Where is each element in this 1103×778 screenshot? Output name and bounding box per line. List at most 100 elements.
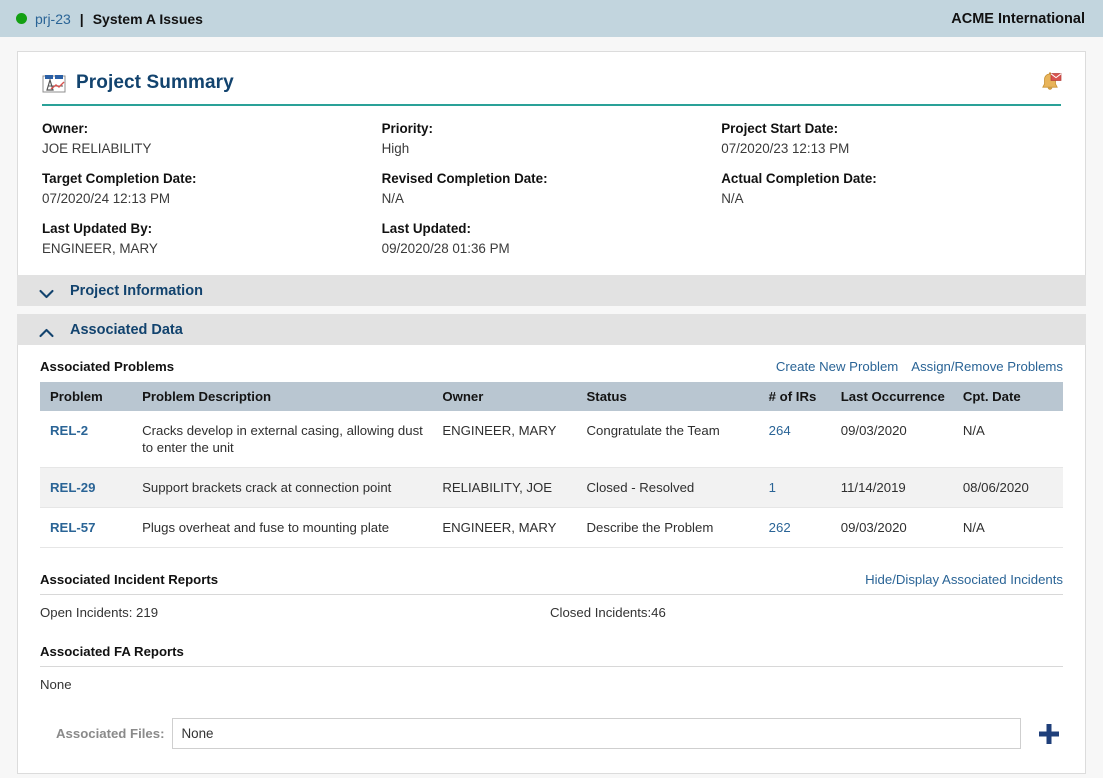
column-header-owner[interactable]: Owner: [432, 382, 576, 411]
plus-icon[interactable]: [1035, 720, 1063, 748]
organization-name: ACME International: [951, 11, 1085, 27]
breadcrumb: prj-23 | System A Issues: [16, 11, 203, 27]
hide-display-associated-incidents-link[interactable]: Hide/Display Associated Incidents: [865, 572, 1063, 587]
project-start-label: Project Start Date:: [721, 120, 1045, 138]
table-header-row: Problem Problem Description Owner Status…: [40, 382, 1063, 411]
associated-files-input[interactable]: [172, 718, 1021, 749]
associated-fa-reports-title: Associated FA Reports: [40, 644, 184, 659]
last-updated-by-value: ENGINEER, MARY: [42, 239, 366, 258]
associated-problems-table: Problem Problem Description Owner Status…: [40, 382, 1063, 548]
accordion-group: Project Information Associated Data Asso…: [17, 275, 1086, 774]
last-updated-by-label: Last Updated By:: [42, 220, 366, 238]
irs-count-link[interactable]: 1: [769, 480, 776, 495]
chevron-down-icon: [39, 286, 54, 296]
column-header-status[interactable]: Status: [577, 382, 759, 411]
project-summary-card: Project Summary Owner: JOE RELIABILITY T…: [17, 51, 1086, 281]
breadcrumb-separator: |: [80, 11, 84, 27]
closed-incidents-count: Closed Incidents:46: [550, 605, 666, 620]
actual-completion-value: N/A: [721, 189, 1045, 208]
problem-link[interactable]: REL-2: [50, 423, 88, 438]
problem-link[interactable]: REL-29: [50, 480, 95, 495]
cell-last-occurrence: 09/03/2020: [831, 411, 953, 468]
associated-incident-reports-section: Associated Incident Reports Hide/Display…: [40, 572, 1063, 620]
chart-icon: [42, 73, 66, 94]
last-updated-label: Last Updated:: [382, 220, 706, 238]
cell-cpt-date: N/A: [953, 508, 1063, 548]
column-header-number-of-irs[interactable]: # of IRs: [759, 382, 831, 411]
column-header-last-occurrence[interactable]: Last Occurrence: [831, 382, 953, 411]
accordion-associated-data[interactable]: Associated Data: [17, 314, 1086, 345]
app-top-bar: prj-23 | System A Issues ACME Internatio…: [0, 0, 1103, 37]
cell-owner: RELIABILITY, JOE: [432, 468, 576, 508]
cell-irs: 262: [759, 508, 831, 548]
cell-description: Support brackets crack at connection poi…: [132, 468, 432, 508]
assign-remove-problems-link[interactable]: Assign/Remove Problems: [911, 359, 1063, 374]
last-updated-value: 09/2020/28 01:36 PM: [382, 239, 706, 258]
accordion-project-information[interactable]: Project Information: [17, 275, 1086, 306]
cell-last-occurrence: 11/14/2019: [831, 468, 953, 508]
accordion-project-information-label: Project Information: [70, 283, 203, 299]
cell-cpt-date: N/A: [953, 411, 1063, 468]
summary-column-3: Project Start Date: 07/2020/23 12:13 PM …: [721, 120, 1061, 258]
target-completion-label: Target Completion Date:: [42, 170, 366, 188]
owner-label: Owner:: [42, 120, 366, 138]
cell-irs: 264: [759, 411, 831, 468]
project-summary-header: Project Summary: [18, 52, 1085, 104]
project-id-link[interactable]: prj-23: [35, 11, 71, 27]
cell-last-occurrence: 09/03/2020: [831, 508, 953, 548]
associated-problems-title: Associated Problems: [40, 359, 174, 374]
associated-incident-reports-header: Associated Incident Reports Hide/Display…: [40, 572, 1063, 591]
cell-status: Congratulate the Team: [577, 411, 759, 468]
cell-problem: REL-2: [40, 411, 132, 468]
irs-count-link[interactable]: 262: [769, 520, 791, 535]
chevron-up-icon: [39, 325, 54, 335]
page-title: Project Summary: [76, 72, 1027, 94]
associated-fa-reports-section: Associated FA Reports None: [40, 644, 1063, 692]
owner-value: JOE RELIABILITY: [42, 139, 366, 158]
irs-count-link[interactable]: 264: [769, 423, 791, 438]
cell-irs: 1: [759, 468, 831, 508]
actual-completion-label: Actual Completion Date:: [721, 170, 1045, 188]
summary-fields: Owner: JOE RELIABILITY Target Completion…: [18, 106, 1085, 280]
table-row: REL-57 Plugs overheat and fuse to mounti…: [40, 508, 1063, 548]
bell-with-mail-icon[interactable]: [1037, 70, 1063, 96]
cell-problem: REL-29: [40, 468, 132, 508]
summary-column-1: Owner: JOE RELIABILITY Target Completion…: [42, 120, 382, 258]
target-completion-value: 07/2020/24 12:13 PM: [42, 189, 366, 208]
problem-link[interactable]: REL-57: [50, 520, 95, 535]
cell-problem: REL-57: [40, 508, 132, 548]
column-header-cpt-date[interactable]: Cpt. Date: [953, 382, 1063, 411]
priority-value: High: [382, 139, 706, 158]
cell-owner: ENGINEER, MARY: [432, 508, 576, 548]
table-body: REL-2 Cracks develop in external casing,…: [40, 411, 1063, 548]
revised-completion-value: N/A: [382, 189, 706, 208]
cell-owner: ENGINEER, MARY: [432, 411, 576, 468]
create-new-problem-link[interactable]: Create New Problem: [776, 359, 898, 374]
cell-status: Closed - Resolved: [577, 468, 759, 508]
table-row: REL-29 Support brackets crack at connect…: [40, 468, 1063, 508]
associated-files-label: Associated Files:: [56, 726, 164, 741]
project-start-value: 07/2020/23 12:13 PM: [721, 139, 1045, 158]
table-header: Problem Problem Description Owner Status…: [40, 382, 1063, 411]
column-header-problem-description[interactable]: Problem Description: [132, 382, 432, 411]
cell-description: Cracks develop in external casing, allow…: [132, 411, 432, 468]
associated-problems-header: Associated Problems Create New Problem A…: [40, 359, 1063, 378]
table-row: REL-2 Cracks develop in external casing,…: [40, 411, 1063, 468]
associated-fa-reports-value: None: [40, 667, 1063, 692]
accordion-associated-data-label: Associated Data: [70, 322, 183, 338]
revised-completion-label: Revised Completion Date:: [382, 170, 706, 188]
associated-problems-links: Create New Problem Assign/Remove Problem…: [776, 359, 1063, 374]
cell-cpt-date: 08/06/2020: [953, 468, 1063, 508]
green-status-dot: [16, 13, 27, 24]
cell-description: Plugs overheat and fuse to mounting plat…: [132, 508, 432, 548]
associated-fa-reports-header: Associated FA Reports: [40, 644, 1063, 663]
associated-data-panel: Associated Problems Create New Problem A…: [17, 345, 1086, 774]
project-title: System A Issues: [93, 11, 203, 27]
summary-column-2: Priority: High Revised Completion Date: …: [382, 120, 722, 258]
cell-status: Describe the Problem: [577, 508, 759, 548]
column-header-problem[interactable]: Problem: [40, 382, 132, 411]
priority-label: Priority:: [382, 120, 706, 138]
open-incidents-count: Open Incidents: 219: [40, 605, 550, 620]
incident-counts: Open Incidents: 219 Closed Incidents:46: [40, 595, 1063, 620]
associated-files-row: Associated Files:: [40, 718, 1063, 749]
